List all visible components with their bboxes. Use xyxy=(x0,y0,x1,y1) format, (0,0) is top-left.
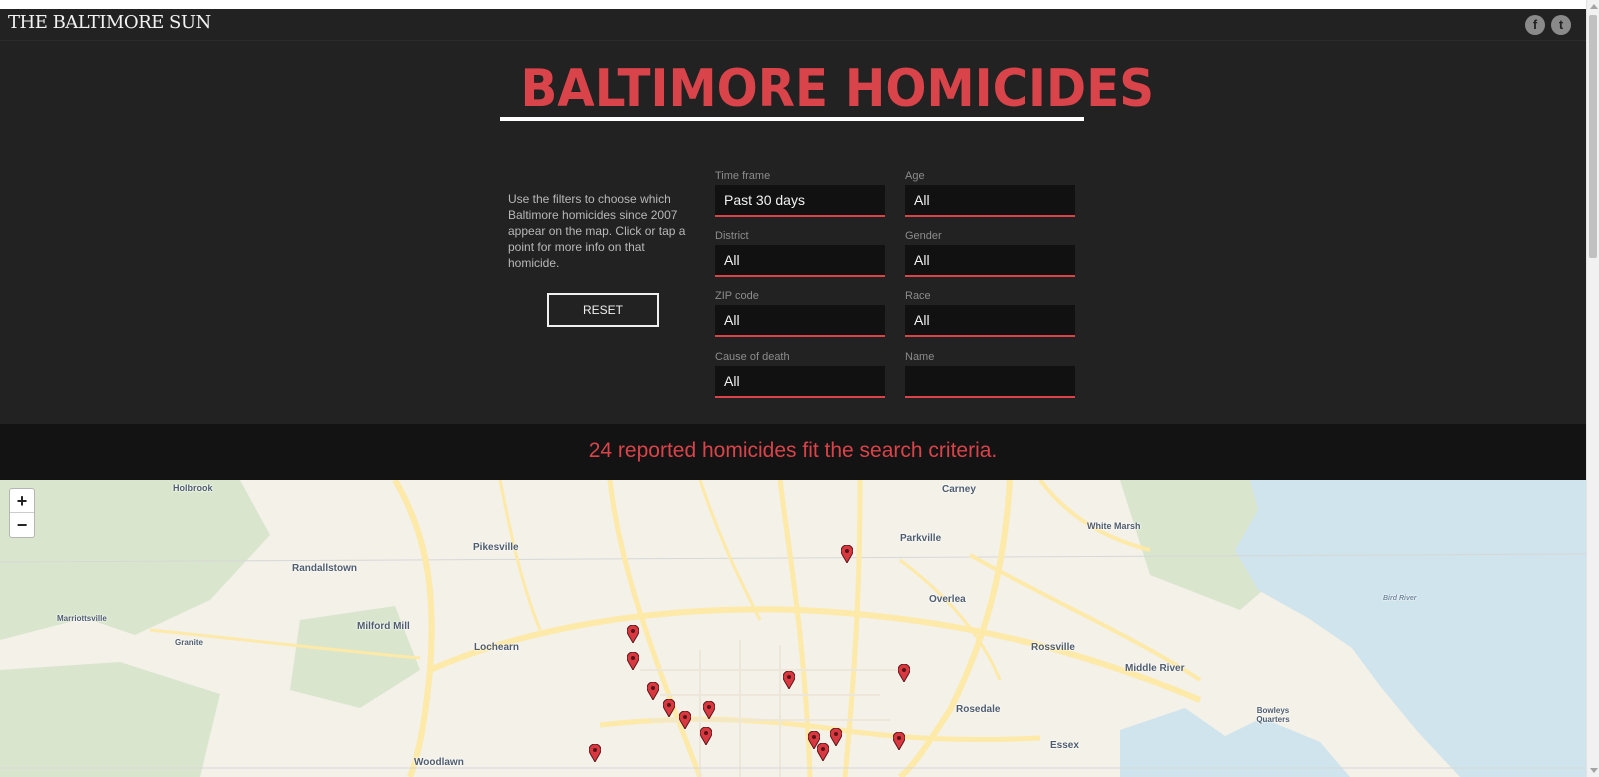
map-label-middle-river: Middle River xyxy=(1125,663,1185,674)
filter-label: Gender xyxy=(905,230,942,242)
map-label-white-marsh: White Marsh xyxy=(1087,521,1141,531)
filter-label: Name xyxy=(905,351,935,363)
homicide-marker[interactable] xyxy=(663,699,675,717)
race-select[interactable]: All xyxy=(905,305,1075,337)
map-label-parkville: Parkville xyxy=(900,533,942,544)
homicide-marker[interactable] xyxy=(700,727,712,745)
map-label-milford-mill: Milford Mill xyxy=(357,621,410,632)
result-bar: 24 reported homicides fit the search cri… xyxy=(0,424,1586,480)
map-label-rossville: Rossville xyxy=(1031,642,1075,653)
map-label-woodlawn: Woodlawn xyxy=(414,757,464,768)
name-input[interactable] xyxy=(905,366,1075,398)
time-frame-select[interactable]: Past 30 days xyxy=(715,185,885,217)
homicide-marker[interactable] xyxy=(627,652,639,670)
top-bar: THE BALTIMORE SUN f t xyxy=(0,9,1586,41)
filter-cause-of-death: Cause of death All xyxy=(715,350,885,398)
zoom-control: + − xyxy=(9,488,35,538)
scroll-down-arrow-icon[interactable] xyxy=(1590,768,1598,773)
map-label-pikesville: Pikesville xyxy=(473,542,519,553)
homicide-marker[interactable] xyxy=(703,701,715,719)
homicide-marker[interactable] xyxy=(830,728,842,746)
homicide-marker[interactable] xyxy=(898,664,910,682)
filter-label: District xyxy=(715,230,749,242)
district-select[interactable]: All xyxy=(715,245,885,277)
scroll-up-arrow-icon[interactable] xyxy=(1590,4,1598,9)
page: THE BALTIMORE SUN f t BALTIMORE HOMICIDE… xyxy=(0,0,1586,777)
zip-code-select[interactable]: All xyxy=(715,305,885,337)
map-label-carney: Carney xyxy=(942,484,976,495)
homicide-marker[interactable] xyxy=(841,545,853,563)
map-label-randallstown: Randallstown xyxy=(292,563,358,574)
cause-of-death-select[interactable]: All xyxy=(715,366,885,398)
filter-time-frame: Time frame Past 30 days xyxy=(715,169,885,217)
brand-logo[interactable]: THE BALTIMORE SUN xyxy=(8,12,211,33)
filter-label: Time frame xyxy=(715,170,771,182)
homicide-marker[interactable] xyxy=(817,743,829,761)
scroll-thumb[interactable] xyxy=(1589,15,1597,258)
gender-select[interactable]: All xyxy=(905,245,1075,277)
filter-label: ZIP code xyxy=(715,290,759,302)
age-select[interactable]: All xyxy=(905,185,1075,217)
filter-age: Age All xyxy=(905,169,1075,217)
map-label-rosedale: Rosedale xyxy=(956,704,1001,715)
homicide-marker[interactable] xyxy=(647,682,659,700)
filter-name: Name xyxy=(905,350,1075,398)
filter-gender: Gender All xyxy=(905,229,1075,277)
map-label-essex: Essex xyxy=(1050,740,1079,751)
facebook-icon[interactable]: f xyxy=(1525,15,1545,35)
zoom-in-button[interactable]: + xyxy=(10,489,34,513)
filter-race: Race All xyxy=(905,289,1075,337)
homicide-marker[interactable] xyxy=(627,625,639,643)
filter-zip-code: ZIP code All xyxy=(715,289,885,337)
result-count-text: 24 reported homicides fit the search cri… xyxy=(588,439,998,462)
title-underline xyxy=(500,117,1084,121)
homicide-marker[interactable] xyxy=(893,732,905,750)
filter-label: Race xyxy=(905,290,931,302)
filter-label: Age xyxy=(905,170,925,182)
map-label-lochearn: Lochearn xyxy=(474,642,520,653)
map-label-overlea: Overlea xyxy=(929,594,966,605)
map-label-marriottsville: Marriottsville xyxy=(57,614,107,623)
intro-text: Use the filters to choose which Baltimor… xyxy=(508,192,686,270)
page-scrollbar[interactable] xyxy=(1586,0,1599,777)
hero-section: BALTIMORE HOMICIDES Use the filters to c… xyxy=(0,41,1586,424)
reset-button[interactable]: RESET xyxy=(547,293,659,327)
map-label-granite: Granite xyxy=(175,638,204,647)
page-title: BALTIMORE HOMICIDES xyxy=(520,59,1155,119)
map-label-holbrook: Holbrook xyxy=(173,483,213,493)
map-base xyxy=(0,480,1586,777)
filter-label: Cause of death xyxy=(715,351,790,363)
homicide-marker[interactable] xyxy=(589,744,601,762)
zoom-out-button[interactable]: − xyxy=(10,513,34,537)
twitter-icon[interactable]: t xyxy=(1551,15,1571,35)
homicide-marker[interactable] xyxy=(679,711,691,729)
map-label-bowleys-quarters: Bowleys Quarters xyxy=(1256,706,1290,724)
homicide-map[interactable]: + − Holbrook Carney White Marsh Pikesvil… xyxy=(0,480,1586,777)
homicide-marker[interactable] xyxy=(783,671,795,689)
map-label-bird-river: Bird River xyxy=(1383,595,1417,602)
filter-district: District All xyxy=(715,229,885,277)
